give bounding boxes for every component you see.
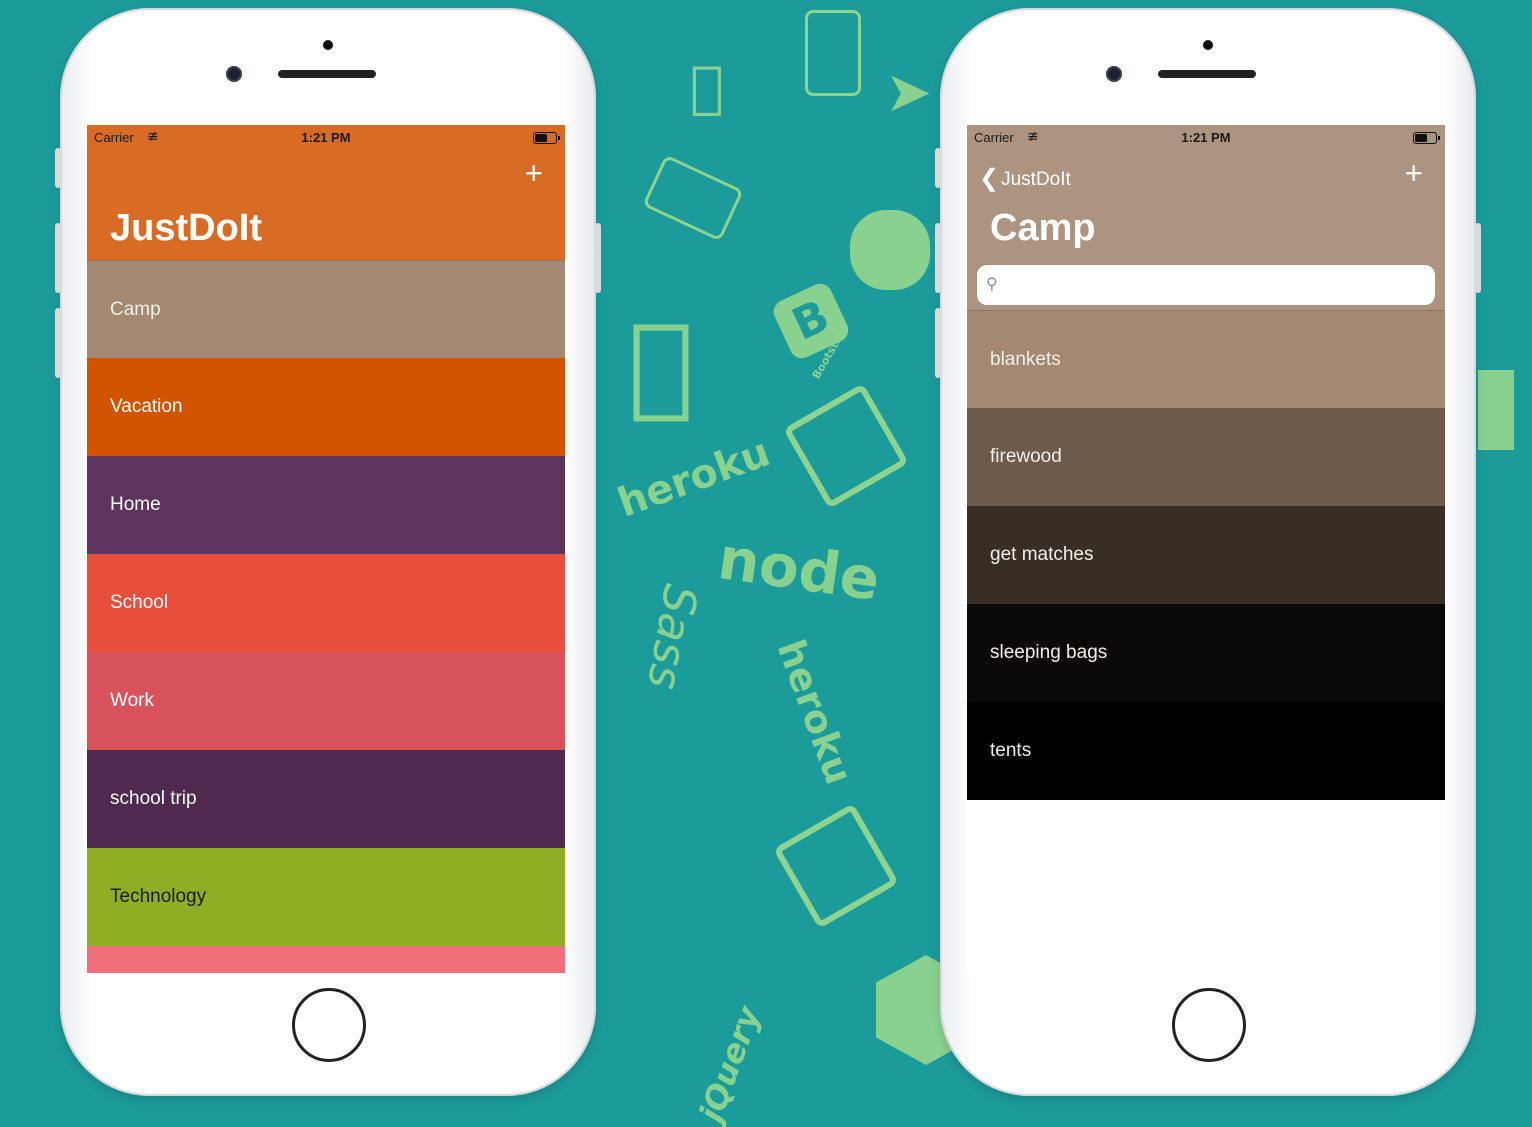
phone-right: Carrier ≇ 1:21 PM ❮ JustDoIt + Camp ⚲ bla… — [935, 8, 1481, 1096]
category-row-home[interactable]: Home — [87, 456, 565, 554]
item-row-get-matches[interactable]: get matches — [967, 506, 1445, 604]
volume-down-button — [935, 308, 941, 378]
volume-down-button — [55, 308, 61, 378]
proximity-sensor — [323, 40, 333, 50]
category-label: school trip — [110, 788, 197, 809]
apple-icon:  — [628, 300, 694, 428]
category-row-technology[interactable]: Technology — [87, 848, 565, 946]
heroku-logo-text: heroku — [611, 429, 776, 527]
category-label: School — [110, 592, 169, 613]
item-row-firewood[interactable]: firewood — [967, 408, 1445, 506]
apple-icon-small:  — [690, 55, 724, 120]
item-row-tents[interactable]: tents — [967, 702, 1445, 800]
item-label: tents — [990, 740, 1032, 761]
item-row-sleeping-bags[interactable]: sleeping bags — [967, 604, 1445, 702]
clock-label: 1:21 PM — [1181, 130, 1231, 145]
category-label: Camp — [110, 299, 161, 320]
category-row-work[interactable]: Work — [87, 652, 565, 750]
html5-shield-icon-2 — [773, 803, 899, 929]
home-button[interactable] — [1172, 988, 1246, 1062]
proximity-sensor — [1203, 40, 1213, 50]
node-logo-text-left: node — [0, 740, 5, 875]
navigation-bar: Carrier ≇ 1:21 PM ❮ JustDoIt + Camp — [967, 125, 1445, 260]
clock-label: 1:21 PM — [301, 130, 351, 145]
add-item-button[interactable]: + — [1404, 157, 1423, 189]
item-label: sleeping bags — [990, 642, 1108, 663]
screen-items: Carrier ≇ 1:21 PM ❮ JustDoIt + Camp ⚲ bla… — [967, 125, 1445, 973]
back-button-label: JustDoIt — [1001, 169, 1071, 190]
side-button — [935, 148, 941, 188]
volume-up-button — [55, 223, 61, 293]
bootstrap-b-icon: B — [769, 279, 853, 363]
side-button — [55, 148, 61, 188]
category-row-partial[interactable] — [87, 946, 565, 973]
category-row-school-trip[interactable]: school trip — [87, 750, 565, 848]
front-camera — [1106, 66, 1122, 82]
sass-logo-text: Sass — [636, 580, 709, 694]
category-row-vacation[interactable]: Vacation — [87, 358, 565, 456]
phone-code-icon-2 — [642, 154, 744, 242]
earpiece-speaker — [278, 70, 376, 78]
page-title: JustDoIt — [110, 207, 262, 249]
item-label: blankets — [990, 349, 1061, 370]
page-title: Camp — [990, 207, 1096, 249]
earpiece-speaker — [1158, 70, 1256, 78]
category-label: Vacation — [110, 396, 183, 417]
phone-left: Carrier ≇ 1:21 PM + JustDoIt Camp Vacati… — [55, 8, 601, 1096]
add-category-button[interactable]: + — [524, 157, 543, 189]
search-field-container: ⚲ — [977, 265, 1435, 305]
html5-shield-icon — [783, 383, 909, 509]
jquery-logo-text: jQuery — [691, 1001, 768, 1127]
front-camera — [226, 66, 242, 82]
item-label: firewood — [990, 446, 1062, 467]
heroku-logo-text-vertical: heroku — [768, 633, 862, 791]
search-bar: ⚲ — [967, 260, 1445, 310]
phone-code-icon — [805, 10, 861, 96]
category-label: Work — [110, 690, 154, 711]
category-label: Home — [110, 494, 161, 515]
navigation-bar: Carrier ≇ 1:21 PM + JustDoIt — [87, 125, 565, 260]
screen-categories: Carrier ≇ 1:21 PM + JustDoIt Camp Vacati… — [87, 125, 565, 973]
search-input[interactable] — [1009, 271, 1425, 301]
category-row-camp[interactable]: Camp — [87, 260, 565, 358]
category-label: Technology — [110, 886, 207, 907]
item-label: get matches — [990, 544, 1094, 565]
bracket-icon-right — [1478, 370, 1514, 450]
node-logo-text: node — [714, 524, 884, 614]
power-button — [1475, 223, 1481, 293]
item-list: blankets firewood get matches sleeping b… — [967, 310, 1445, 800]
chevron-left-icon: ❮ — [979, 165, 1000, 192]
volume-up-button — [935, 223, 941, 293]
battery-icon — [1413, 132, 1440, 144]
item-row-blankets[interactable]: blankets — [967, 310, 1445, 408]
category-list: Camp Vacation Home School Work school tr… — [87, 260, 565, 973]
robot-icon — [850, 210, 930, 290]
swift-bird-icon: ➤ — [885, 60, 932, 125]
home-button[interactable] — [292, 988, 366, 1062]
power-button — [595, 223, 601, 293]
category-row-school[interactable]: School — [87, 554, 565, 652]
search-icon: ⚲ — [986, 276, 998, 293]
battery-icon — [533, 132, 560, 144]
status-bar: Carrier ≇ 1:21 PM — [967, 125, 1445, 151]
back-button[interactable]: ❮ JustDoIt — [979, 163, 1071, 192]
status-bar: Carrier ≇ 1:21 PM — [87, 125, 565, 151]
